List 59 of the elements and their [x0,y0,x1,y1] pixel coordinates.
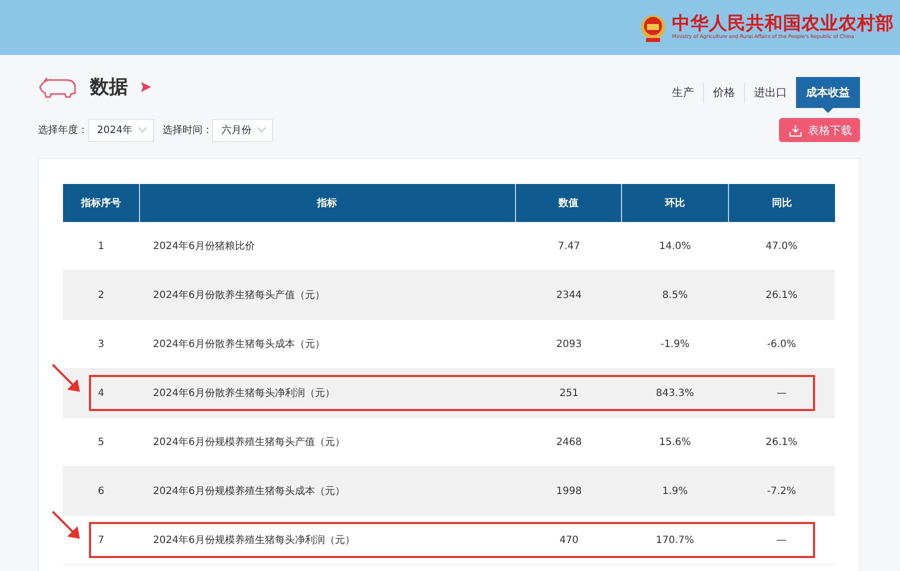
column-header: 数值 [514,184,622,222]
table-cell: 2 [98,290,104,300]
table-cell-text: 2024年6月份散养生猪每头净利润（元） [153,386,335,400]
section-title: 数据 [90,75,128,100]
table-cell-text: 2024年6月份规模养殖生猪每头净利润（元） [153,534,355,547]
table-cell: — [776,534,786,546]
caret-icon [257,127,266,133]
category-tab[interactable]: 成本收益 [796,77,860,108]
download-icon [789,124,802,136]
table-cell: 8.5% [662,290,688,300]
table-cell: 14.0% [659,240,691,252]
chevron-icon [140,81,152,93]
tab-pointer-icon [823,108,833,113]
table-cell: 7 [98,534,104,546]
table-cell: -7.2% [766,486,796,496]
table-cell: 26.1% [766,436,798,448]
table-cell: -6.0% [766,338,796,350]
column-header: 指标 [138,184,515,222]
table-cell: 15.6% [659,436,691,448]
table-cell: 843.3% [656,388,694,398]
table-cell: 4 [98,388,104,398]
table-cell: 251 [559,388,579,398]
filter-dropdown[interactable]: 2024年 [88,118,154,142]
column-header: 环比 [621,184,728,222]
table-cell: 6 [98,486,104,496]
table-cell: 7.47 [558,240,580,252]
table-cell: 470 [559,534,579,546]
table-cell: 47.0% [766,240,798,252]
table-cell: 3 [98,338,104,350]
table-cell-text: 2024年6月份规模养殖生猪每头成本（元） [153,484,345,498]
table-cell: 1 [98,240,104,252]
pig-icon [38,76,78,98]
filter-dropdown[interactable]: 六月份 [212,118,274,142]
filter-label: 选择年度： [38,124,88,137]
table-cell: 2468 [556,436,582,448]
table-cell: — [776,388,786,398]
column-header: 同比 [728,184,836,222]
caret-icon [138,127,148,133]
category-tab[interactable]: 进出口 [745,77,796,108]
pointer-arrow-icon [51,363,81,393]
table-cell: 2093 [556,338,582,350]
table-cell-text: 2024年6月份散养生猪每头成本（元） [153,338,325,351]
table-cell: 1998 [556,486,582,496]
category-tab[interactable]: 生产 [663,77,703,108]
filter-label: 选择时间： [162,124,212,137]
table-cell: 26.1% [766,290,798,300]
emblem-icon [638,12,668,42]
table-cell: 5 [98,436,104,448]
pointer-arrow-icon [51,510,81,540]
table-cell: 1.9% [662,486,688,496]
column-header: 指标序号 [80,196,122,211]
ministry-title: 中华人民共和国农业农村部 [672,14,894,34]
table-cell-text: 2024年6月份散养生猪每头产值（元） [153,288,325,302]
table-cell-text: 2024年6月份猪粮比价 [153,240,255,253]
table-cell: 2344 [556,290,582,300]
category-tab[interactable]: 价格 [704,77,744,108]
table-cell: 170.7% [656,534,694,546]
table-cell: -1.9% [660,338,690,350]
table-cell-text: 2024年6月份规模养殖生猪每头产值（元） [153,436,345,449]
